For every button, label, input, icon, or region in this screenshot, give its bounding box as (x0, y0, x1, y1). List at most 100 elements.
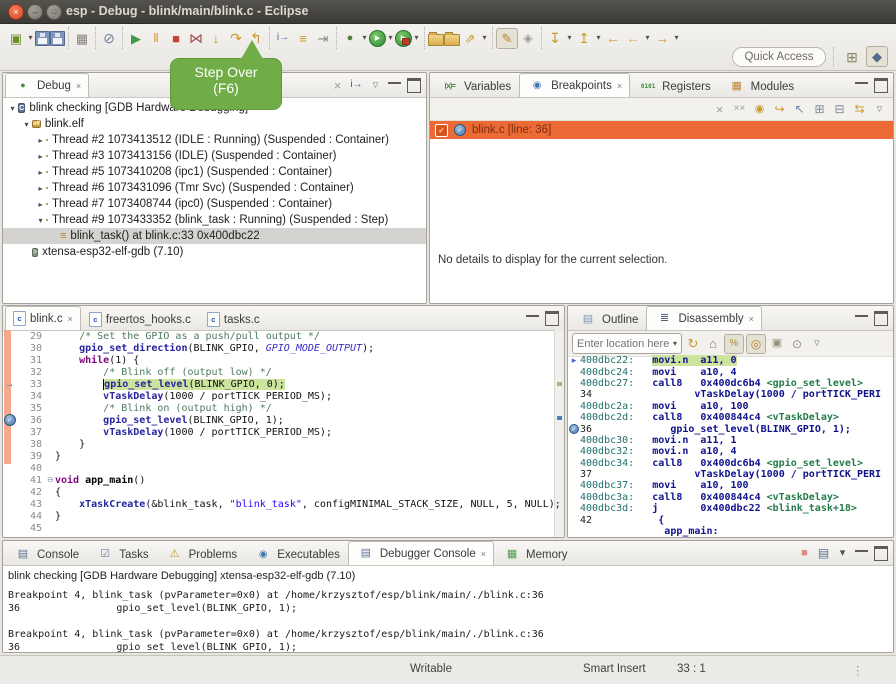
debug-tree-item[interactable]: ▸Thread #3 1073413156 (IDLE) (Suspended … (3, 148, 426, 164)
debugger-console-output[interactable]: blink checking [GDB Hardware Debugging] … (3, 565, 893, 652)
code-line[interactable]: 35 /* Blink on (output high) */ (3, 402, 564, 414)
close-icon[interactable]: × (617, 81, 622, 91)
line-annotation-gutter[interactable]: ✓ (3, 414, 16, 426)
debug-tree-item[interactable]: ▾Thread #9 1073433352 (blink_task : Runn… (3, 212, 426, 228)
view-menu-icon[interactable]: ▽ (367, 77, 384, 94)
open-new-view-icon[interactable]: ▣ (768, 335, 786, 353)
tab-debugger-console[interactable]: ▤Debugger Console× (348, 541, 494, 565)
tab-registers[interactable]: 0101Registers (630, 75, 719, 97)
debug-tree-item[interactable]: ▸Thread #5 1073410208 (ipc1) (Suspended … (3, 164, 426, 180)
tab-modules[interactable]: ▦Modules (719, 75, 802, 97)
external-tools-icon[interactable]: ▶ (395, 30, 412, 47)
maximize-icon[interactable] (543, 310, 560, 327)
remove-breakpoint-icon[interactable]: × (711, 101, 728, 118)
maximize-window-button[interactable]: □ (46, 4, 62, 20)
code-line[interactable]: 45 (3, 522, 564, 534)
tab-variables[interactable]: (x)=Variables (432, 75, 519, 97)
dropdown-icon[interactable]: ▾ (565, 28, 574, 48)
debug-tree-item[interactable]: ▸Thread #2 1073413512 (IDLE : Running) (… (3, 132, 426, 148)
line-annotation-gutter[interactable]: → (3, 379, 16, 390)
close-icon[interactable]: × (68, 314, 73, 324)
twisty-open-icon[interactable]: ▾ (7, 104, 18, 113)
new-wizard-icon[interactable]: ▣ (6, 28, 26, 48)
mark-occurrences-icon[interactable]: ✎ (496, 28, 518, 49)
disassembly-row[interactable]: 34 vTaskDelay(1000 / portTICK_PERI (568, 389, 893, 400)
code-editor[interactable]: 29 /* Set the GPIO as a push/pull output… (3, 330, 564, 537)
debug-tree-item[interactable]: ▸Thread #7 1073408744 (ipc0) (Suspended … (3, 196, 426, 212)
go-up-icon[interactable]: ↥ (574, 28, 594, 48)
code-line[interactable]: 43 xTaskCreate(&blink_task, "blink_task"… (3, 498, 564, 510)
disassembly-row[interactable]: ✓36 gpio_set_level(BLINK_GPIO, 1); (568, 423, 893, 434)
disassembly-row[interactable]: 400dbc3d: j 0x400dbc22 <blink_task+18> (568, 503, 893, 514)
debug-tree-item[interactable]: ▾elfblink.elf (3, 116, 426, 132)
tab-outline[interactable]: ▤Outline (570, 308, 646, 330)
skip-all-icon[interactable]: ↖ (791, 101, 808, 118)
pc-marker-icon[interactable]: ▸ (568, 355, 580, 366)
twisty-closed-icon[interactable]: ▸ (35, 152, 46, 161)
sync-context-icon[interactable]: ◎ (746, 334, 766, 354)
view-menu-icon[interactable]: ▽ (808, 335, 826, 353)
tab-blink-c[interactable]: cblink.c× (5, 306, 81, 330)
code-line[interactable]: 41⊖void app_main() (3, 474, 564, 486)
view-menu-icon[interactable]: ▽ (871, 101, 888, 118)
close-icon[interactable]: × (749, 314, 754, 324)
dropdown-icon[interactable]: ▾ (386, 28, 395, 48)
save-all-icon[interactable] (50, 31, 65, 46)
launch-icon[interactable]: ⇗ (460, 28, 480, 48)
quick-access-button[interactable]: Quick Access (732, 47, 826, 67)
debug-tree-item[interactable]: >xtensa-esp32-elf-gdb (7.10) (3, 244, 426, 260)
dropdown-icon[interactable]: ▾ (643, 28, 652, 48)
twisty-closed-icon[interactable]: ▸ (35, 200, 46, 209)
code-line[interactable]: ✓36 gpio_set_level(BLINK_GPIO, 1); (3, 414, 564, 426)
drop-to-frame-icon[interactable]: ≡ (293, 28, 313, 48)
code-line[interactable]: 42{ (3, 486, 564, 498)
debug-tree-item[interactable]: ≡blink_task() at blink.c:33 0x400dbc22 (3, 228, 426, 244)
tab-freertos-hooks-c[interactable]: cfreertos_hooks.c (81, 308, 199, 330)
disassembly-row[interactable]: 400dbc34: call8 0x400dc6b4 <gpio_set_lev… (568, 458, 893, 469)
dropdown-icon[interactable]: ▾ (834, 545, 851, 562)
debug-tree-item[interactable]: ▸Thread #6 1073431096 (Tmr Svc) (Suspend… (3, 180, 426, 196)
back-icon[interactable]: ← (603, 28, 623, 48)
disassembly-row[interactable]: 400dbc2d: call8 0x400844c4 <vTaskDelay> (568, 412, 893, 423)
home-icon[interactable]: ⌂ (704, 335, 722, 353)
collapse-all-icon[interactable]: ⊟ (831, 101, 848, 118)
debug-perspective-icon[interactable]: ◆ (866, 46, 888, 67)
breakpoint-checkbox[interactable]: ✓ (435, 124, 448, 137)
twisty-open-icon[interactable]: ▾ (21, 120, 32, 129)
breakpoint-marker-icon[interactable]: ✓ (568, 424, 580, 434)
refresh-icon[interactable]: ↻ (684, 335, 702, 353)
tab-disassembly[interactable]: ≣Disassembly× (646, 306, 761, 330)
tab-console[interactable]: ▤Console (5, 543, 87, 565)
twisty-closed-icon[interactable]: ▸ (35, 168, 46, 177)
code-line[interactable]: →33 gpio_set_level(BLINK_GPIO, 0); (3, 378, 564, 390)
build-icon[interactable]: ▦ (72, 28, 92, 48)
breakpoint-item[interactable]: ✓✓blink.c [line: 36] (430, 121, 893, 139)
run-icon[interactable]: ▶ (369, 30, 386, 47)
disassembly-row[interactable]: 400dbc2a: movi a10, 100 (568, 401, 893, 412)
tab-memory[interactable]: ▦Memory (494, 543, 576, 565)
maximize-icon[interactable] (872, 77, 889, 94)
tab-tasks-c[interactable]: ctasks.c (199, 308, 268, 330)
disassembly-row[interactable]: ▸400dbc22: movi.n a11, 0 (568, 355, 893, 366)
suspend-icon[interactable]: Ⅱ (146, 28, 166, 48)
disassembly-row[interactable]: 400dbc27: call8 0x400dc6b4 <gpio_set_lev… (568, 378, 893, 389)
display-console-icon[interactable]: ▤ (815, 545, 832, 562)
tab-debug[interactable]: ●Debug× (5, 73, 89, 97)
code-line[interactable]: 34 vTaskDelay(1000 / portTICK_PERIOD_MS)… (3, 390, 564, 402)
disassembly-row[interactable]: 400dbc3a: call8 0x400844c4 <vTaskDelay> (568, 492, 893, 503)
forward-icon[interactable]: → (652, 28, 672, 48)
disassembly-row[interactable]: 400dbc32: movi.n a10, 4 (568, 446, 893, 457)
instruction-stepping-icon[interactable]: i→ (348, 77, 365, 94)
minimize-icon[interactable] (524, 310, 541, 327)
skip-all-breakpoints-icon[interactable]: ⊘ (99, 28, 119, 48)
dropdown-icon[interactable]: ▾ (26, 28, 35, 48)
code-line[interactable]: 37 vTaskDelay(1000 / portTICK_PERIOD_MS)… (3, 426, 564, 438)
instruction-stepping-icon[interactable]: i→ (273, 28, 293, 48)
breakpoint-marker-icon[interactable]: ✓ (4, 414, 16, 426)
minimize-window-button[interactable]: – (27, 4, 43, 20)
close-icon[interactable]: × (76, 81, 81, 91)
disassembly-row[interactable]: app_main: (568, 526, 893, 537)
remove-all-terminated-icon[interactable]: × (329, 77, 346, 94)
maximize-icon[interactable] (405, 77, 422, 94)
disassembly-listing[interactable]: ▸400dbc22: movi.n a11, 0400dbc24: movi a… (568, 355, 893, 537)
